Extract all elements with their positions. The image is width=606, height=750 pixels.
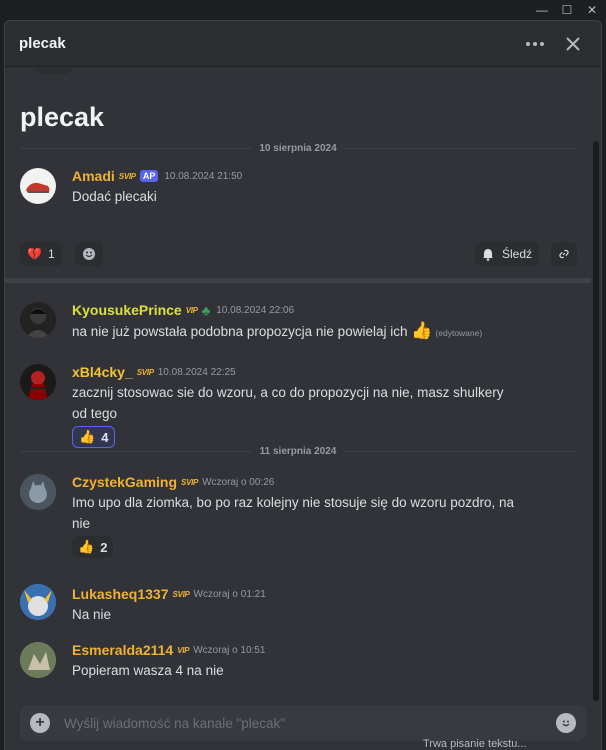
thumbs-up-icon: 👍 — [411, 321, 433, 340]
copy-link-button[interactable] — [551, 242, 577, 266]
message-text: Dodać plecaki — [72, 189, 157, 204]
message-text-content: na nie już powstała podobna propozycja n… — [72, 324, 408, 339]
reaction-count: 4 — [101, 429, 109, 445]
timestamp: 10.08.2024 22:25 — [157, 366, 236, 378]
author-name[interactable]: Amadi — [72, 168, 115, 184]
follow-button[interactable]: Śledź — [475, 242, 540, 266]
minimize-button[interactable]: — — [532, 2, 552, 18]
message-text: na nie już powstała podobna propozycja n… — [72, 320, 581, 344]
date-divider: 10 sierpnia 2024 — [20, 142, 576, 154]
close-icon[interactable] — [559, 30, 587, 58]
vip-badge: SVIP — [181, 477, 199, 487]
author-name[interactable]: KyousukePrince — [72, 302, 182, 318]
window-titlebar: — ☐ ✕ — [0, 0, 606, 20]
starter-separator — [5, 278, 591, 283]
composer: + — [20, 705, 586, 741]
starter-reaction-bar: 💔 1 Śledź — [5, 238, 591, 268]
timestamp: Wczoraj o 00:26 — [202, 476, 275, 488]
emoji-picker-icon[interactable] — [556, 713, 576, 733]
avatar[interactable] — [20, 642, 56, 678]
avatar[interactable] — [20, 168, 56, 204]
timestamp: Wczoraj o 10:51 — [193, 644, 266, 656]
avatar[interactable] — [20, 584, 56, 620]
broken-heart-icon: 💔 — [27, 247, 42, 261]
scrollbar[interactable] — [593, 141, 599, 701]
date-divider-label: 11 sierpnia 2024 — [259, 445, 337, 457]
author-name[interactable]: xBl4cky_ — [72, 364, 133, 380]
message-list[interactable]: plecak 10 sierpnia 2024 Amadi SVIP AP 10… — [5, 68, 591, 704]
avatar[interactable] — [20, 474, 56, 510]
message-text: Imo upo dla ziomka, bo po raz kolejny ni… — [72, 495, 514, 531]
edited-label: (edytowane) — [435, 328, 483, 338]
thumbs-up-icon: 👍 — [79, 429, 96, 444]
message-text: Na nie — [72, 607, 112, 622]
reaction-count: 2 — [100, 539, 108, 555]
clover-icon: ♣ — [201, 302, 211, 318]
vip-badge: SVIP — [172, 589, 190, 599]
author-name[interactable]: CzystekGaming — [72, 474, 177, 490]
thumbs-up-icon: 👍 — [78, 539, 95, 554]
date-divider: 11 sierpnia 2024 — [20, 445, 577, 457]
avatar[interactable] — [20, 302, 56, 338]
window-close-button[interactable]: ✕ — [582, 2, 602, 18]
message-input[interactable] — [64, 715, 556, 731]
link-icon — [559, 249, 569, 259]
message-text: Popieram wasza 4 na nie — [72, 663, 224, 678]
panel-title: plecak — [19, 35, 66, 52]
reaction-count: 1 — [47, 247, 55, 261]
typing-indicator: Trwa pisanie tekstu... — [423, 738, 527, 750]
author-name[interactable]: Esmeralda2114 — [72, 642, 173, 658]
maximize-button[interactable]: ☐ — [557, 2, 577, 18]
panel-header: plecak — [5, 21, 601, 67]
smile-icon — [83, 248, 95, 260]
thread-title: plecak — [20, 102, 105, 132]
starter-avatar-partial — [35, 68, 75, 74]
date-divider-label: 10 sierpnia 2024 — [259, 142, 337, 154]
reaction-heartbreak[interactable]: 💔 1 — [20, 242, 62, 266]
vip-badge: SVIP — [136, 367, 154, 377]
vip-badge: SVIP — [118, 171, 136, 181]
follow-label: Śledź — [502, 247, 533, 261]
role-badge: AP — [139, 170, 159, 182]
thread-panel: plecak plecak 10 sierpnia 2024 Amadi SVI… — [4, 20, 602, 750]
vip-badge: VIP — [185, 305, 198, 315]
message-text: zacznij stosowac sie do wzoru, a co do p… — [72, 385, 504, 421]
vip-badge: VIP — [177, 645, 190, 655]
author-name[interactable]: Lukasheq1337 — [72, 586, 169, 602]
avatar[interactable] — [20, 364, 56, 400]
more-icon[interactable] — [521, 30, 549, 58]
bell-icon — [483, 248, 493, 261]
reaction-thumbs-up[interactable]: 👍 2 — [72, 536, 114, 558]
add-attachment-button[interactable]: + — [30, 713, 50, 733]
timestamp: Wczoraj o 01:21 — [193, 588, 266, 600]
timestamp: 10.08.2024 22:06 — [216, 304, 295, 316]
timestamp: 10.08.2024 21:50 — [164, 170, 243, 182]
add-reaction-button[interactable] — [75, 242, 103, 266]
